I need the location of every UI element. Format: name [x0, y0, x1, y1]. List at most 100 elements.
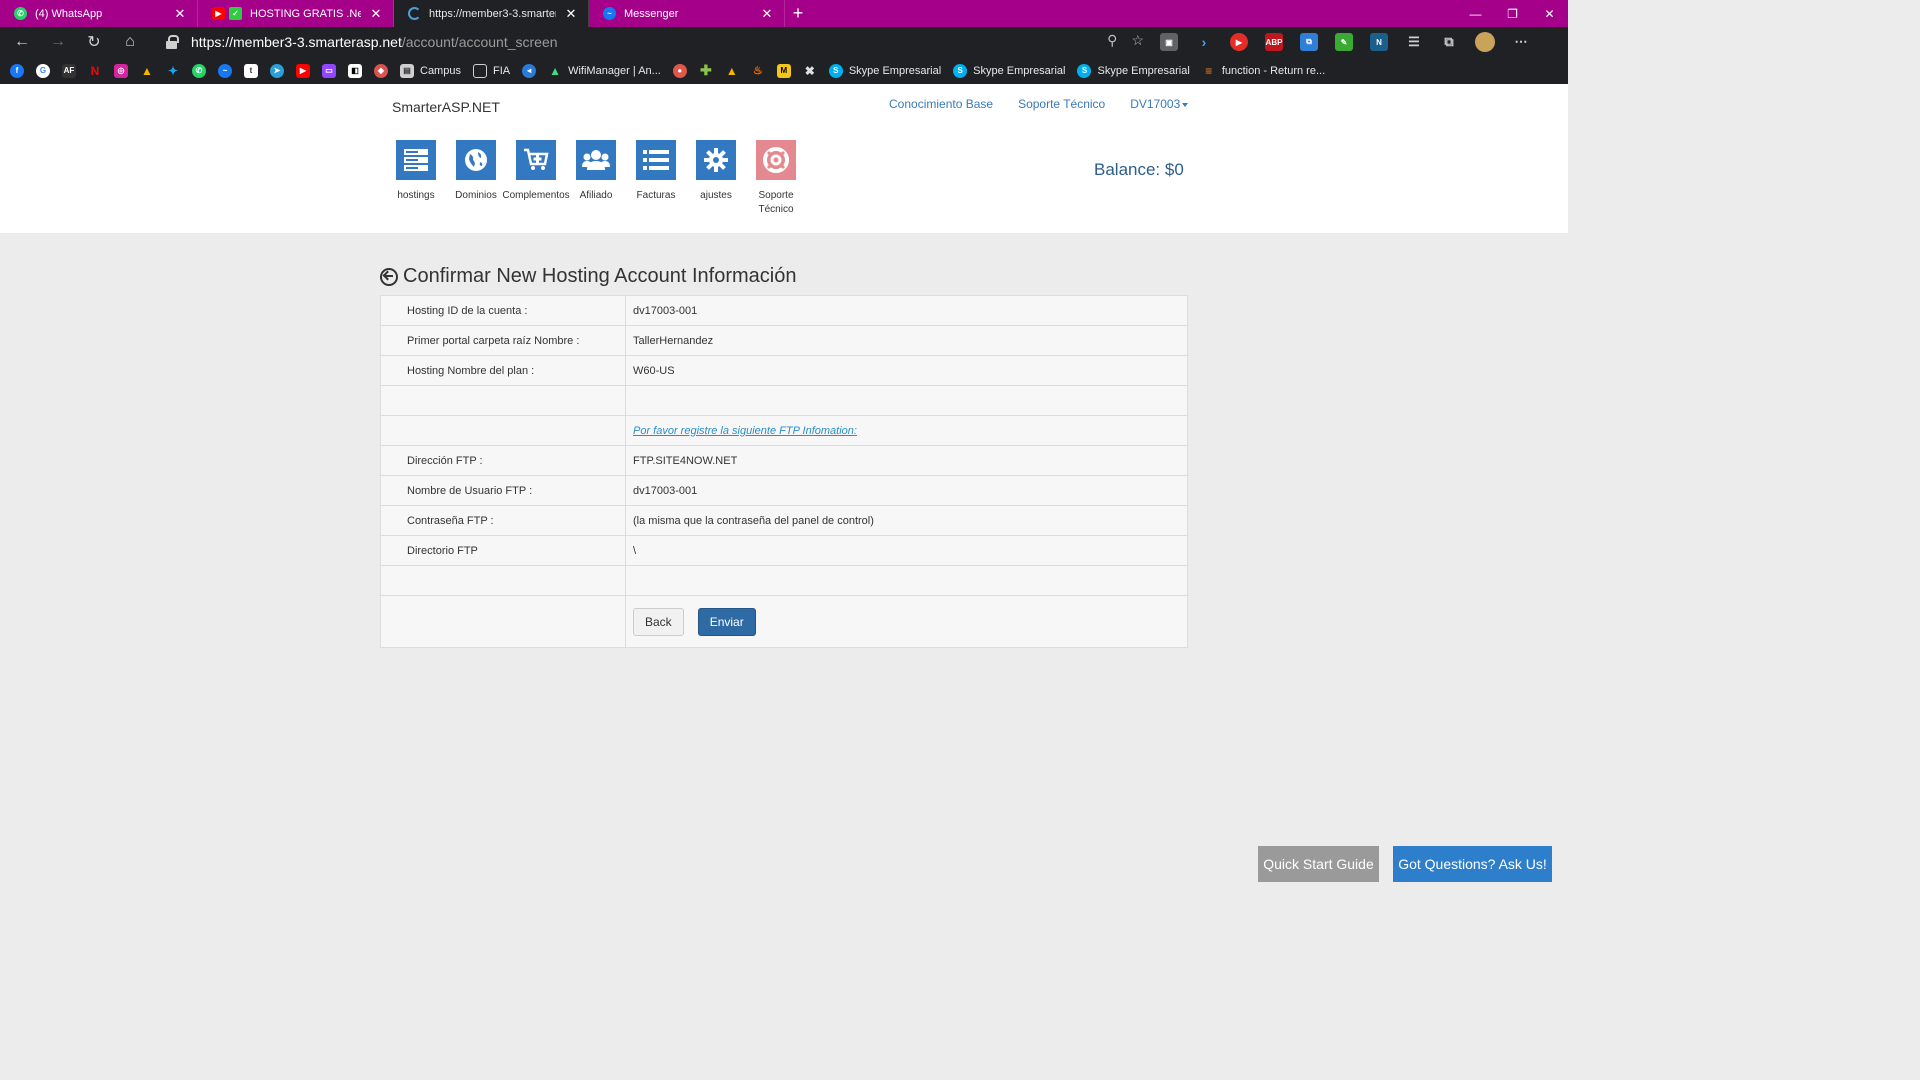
submit-button[interactable]: Enviar [697, 607, 756, 636]
nav-label: Dominios [455, 190, 497, 201]
account-balance: Balance: $0 [1094, 160, 1184, 179]
back-arrow-icon[interactable]: ← [4, 33, 40, 51]
page-viewport: SmarterASP.NET Conocimiento Base Soporte… [0, 84, 1568, 882]
bookmark-yellow[interactable]: M [776, 63, 791, 78]
bookmark-telegram[interactable]: ➤ [270, 63, 284, 78]
page-title: Confirmar New Hosting Account Informació… [380, 265, 797, 288]
bookmark-function[interactable]: ≡ function - Return re... [1202, 64, 1325, 78]
bookmark-google[interactable]: G [36, 63, 50, 78]
tab-whatsapp[interactable]: ✆ (4) WhatsApp ✕ [0, 0, 198, 27]
minimize-button[interactable]: — [1457, 0, 1494, 27]
bookmark-tumblr[interactable]: t [244, 63, 258, 78]
nav-ajustes[interactable]: ajustes [686, 140, 746, 217]
bookmark-x[interactable]: ✖ [803, 64, 817, 78]
field-value [625, 565, 1188, 596]
field-value: W60-US [625, 355, 1188, 386]
messenger-icon: ~ [218, 63, 232, 78]
bookmark-facebook[interactable]: f [10, 63, 24, 78]
back-circle-arrow-icon[interactable] [380, 267, 398, 286]
close-tab-icon[interactable]: ✕ [760, 6, 774, 22]
profile-avatar[interactable] [1475, 32, 1495, 52]
bookmark-campus[interactable]: ▤ Campus [400, 63, 461, 78]
bookmark-plus[interactable]: ✚ [699, 62, 713, 78]
close-tab-icon[interactable]: ✕ [369, 6, 383, 22]
bookmark-twitch[interactable]: ▭ [322, 63, 336, 78]
collections-icon[interactable]: ⧉ [1440, 33, 1458, 51]
brand-logo[interactable]: SmarterASP.NET [392, 99, 500, 115]
window-close-button[interactable]: ✕ [1531, 0, 1568, 27]
drive-icon: ▲ [141, 63, 153, 78]
extension-n-icon[interactable]: N [1370, 33, 1388, 51]
bookmark-messenger[interactable]: ~ [218, 63, 232, 78]
extension-arrow-icon[interactable]: › [1195, 33, 1213, 51]
ask-us-button[interactable]: Got Questions? Ask Us! [1393, 846, 1552, 882]
ftp-info-link[interactable]: Por favor registre la siguiente FTP Info… [633, 425, 857, 437]
extension-play-icon[interactable]: ▶ [1230, 33, 1248, 51]
bookmark-skype-2[interactable]: S Skype Empresarial [953, 63, 1065, 78]
knowledge-base-link[interactable]: Conocimiento Base [889, 97, 993, 111]
bookmark-instagram[interactable]: ◎ [114, 63, 128, 78]
address-bar[interactable]: https://member3-3.smarterasp.net/account… [155, 30, 1150, 54]
nav-label: Complementos [502, 190, 570, 201]
bookmark-flipboard[interactable]: ◧ [348, 63, 362, 78]
nav-hostings[interactable]: hostings [386, 140, 446, 217]
forward-arrow-icon[interactable]: → [40, 33, 76, 51]
flipboard-icon: ◧ [348, 63, 362, 78]
restore-button[interactable]: ❐ [1494, 0, 1531, 27]
favorites-list-icon[interactable]: ☰ [1405, 33, 1423, 51]
nav-label: Soporte Técnico [758, 190, 794, 215]
favorite-star-icon[interactable]: ☆ [1131, 32, 1144, 49]
loading-icon [408, 7, 421, 20]
reload-icon[interactable]: ↻ [76, 32, 112, 52]
extension-pen-icon[interactable]: ✎ [1335, 33, 1353, 51]
extension-translate-icon[interactable]: ⧉ [1300, 33, 1318, 51]
table-row [380, 565, 1188, 596]
bookmark-af[interactable]: AF [62, 63, 76, 78]
account-info-table: Hosting ID de la cuenta : dv17003-001 Pr… [380, 295, 1188, 648]
close-tab-icon[interactable]: ✕ [564, 6, 578, 22]
nav-soporte[interactable]: Soporte Técnico [746, 140, 806, 217]
nav-dominios[interactable]: Dominios [446, 140, 506, 217]
field-label: Nombre de Usuario FTP : [380, 475, 626, 506]
tab-messenger[interactable]: ~ Messenger ✕ [589, 0, 785, 27]
new-tab-button[interactable]: + [785, 0, 811, 27]
back-button[interactable]: Back [633, 607, 684, 636]
field-value: TallerHernandez [625, 325, 1188, 356]
zoom-icon[interactable]: ⚲ [1107, 32, 1117, 49]
tab-youtube[interactable]: ▶ ✓ HOSTING GRATIS .Net Core y ✕ [198, 0, 394, 27]
bookmark-wifimanager[interactable]: ▲ WifiManager | An... [548, 64, 661, 78]
bookmark-circle[interactable]: ● [672, 63, 687, 78]
bookmark-youtube[interactable]: ▶ [296, 63, 310, 78]
adblock-plus-icon[interactable]: ABP [1265, 33, 1283, 51]
home-icon[interactable]: ⌂ [112, 33, 148, 51]
nav-complementos[interactable]: Complementos [502, 140, 570, 217]
quick-start-guide-button[interactable]: Quick Start Guide [1258, 846, 1379, 882]
tab-smarterasp[interactable]: https://member3-3.smarterasp.n ✕ [394, 0, 589, 27]
bookmark-drive[interactable]: ▲ [140, 64, 154, 78]
extension-puzzle-icon[interactable]: ▣ [1160, 33, 1178, 51]
life-ring-icon [756, 140, 796, 180]
campus-icon: ▤ [400, 63, 414, 78]
bookmark-drive-2[interactable]: ▲ [725, 64, 739, 78]
messenger-icon: ~ [603, 7, 616, 20]
bookmark-netflix[interactable]: N [88, 64, 102, 78]
bookmark-fire[interactable]: ♨ [751, 64, 765, 78]
bookmark-red[interactable]: ◆ [374, 63, 388, 78]
bookmark-fia[interactable]: FIA [472, 63, 510, 78]
bookmark-twitter[interactable]: ✦ [166, 64, 180, 78]
close-tab-icon[interactable]: ✕ [173, 6, 187, 22]
support-link[interactable]: Soporte Técnico [1018, 97, 1105, 111]
menu-dots-icon[interactable]: ⋯ [1512, 33, 1530, 51]
field-label: Dirección FTP : [380, 445, 626, 476]
bookmark-skype-1[interactable]: S Skype Empresarial [828, 63, 941, 78]
bookmark-whatsapp[interactable]: ✆ [192, 63, 206, 78]
tab-title: (4) WhatsApp [35, 7, 103, 20]
nav-afiliado[interactable]: Afiliado [566, 140, 626, 217]
nav-facturas[interactable]: Facturas [626, 140, 686, 217]
bookmark-arrow[interactable]: ◂ [522, 63, 537, 78]
user-menu[interactable]: DV17003 [1130, 97, 1189, 111]
google-icon: G [36, 63, 50, 78]
bookmark-skype-3[interactable]: S Skype Empresarial [1077, 63, 1190, 78]
field-value: \ [625, 535, 1188, 566]
checkmark-icon: ✓ [229, 7, 242, 20]
